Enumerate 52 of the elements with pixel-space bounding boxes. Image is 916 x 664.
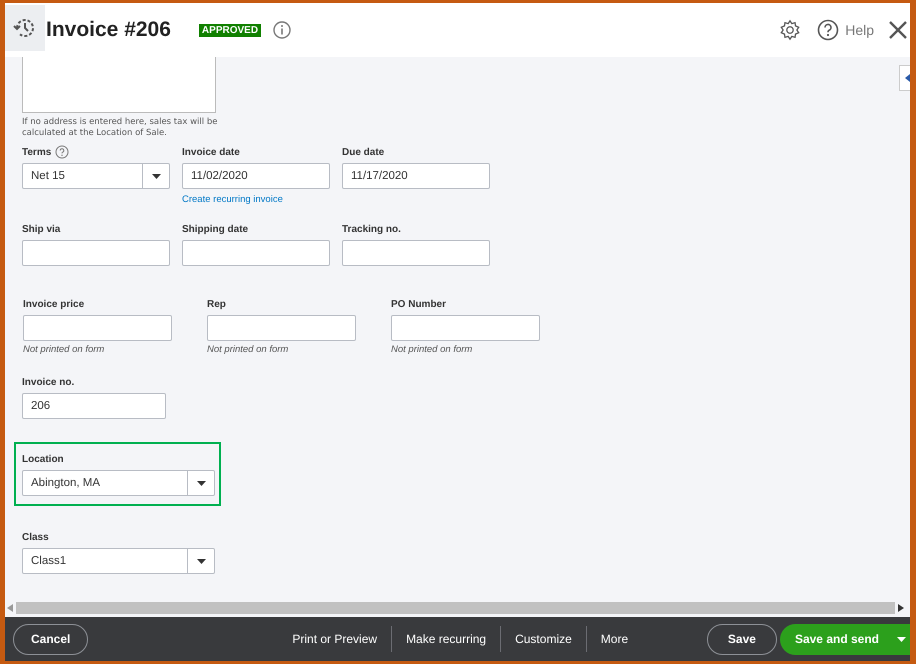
caret-icon (897, 636, 906, 642)
invoice-title: Invoice #206 (46, 18, 171, 42)
status-badge: APPROVED (198, 24, 262, 36)
input-field[interactable] (22, 240, 170, 266)
dropdown-field[interactable]: Class1 (22, 548, 215, 574)
field-label: PO Number (391, 298, 446, 310)
help-icon[interactable] (55, 145, 70, 159)
scroll-right-icon[interactable] (898, 604, 904, 612)
caret-icon (152, 174, 160, 178)
recurring-link[interactable]: Create recurring invoice (182, 194, 330, 205)
field-label: Invoice price (23, 298, 84, 310)
scroll-left-icon[interactable] (7, 604, 13, 612)
dropdown-field[interactable]: Net 15 (22, 163, 170, 189)
field-label: Invoice date (182, 146, 240, 158)
dropdown-field[interactable]: Abington, MA (22, 470, 215, 496)
input-field[interactable]: 206 (22, 393, 166, 419)
field-label: Due date (342, 146, 384, 158)
footer-action[interactable]: Make recurring (392, 632, 500, 646)
input-field[interactable] (23, 315, 172, 341)
footer-action[interactable]: Customize (501, 632, 586, 646)
field-label: Class (22, 532, 49, 542)
field-label: Rep (207, 298, 226, 310)
field-hint: Not printed on form (391, 344, 474, 355)
help-icon (817, 19, 840, 41)
info-icon[interactable] (273, 21, 292, 39)
close-icon[interactable] (888, 20, 908, 40)
field-label: Location (22, 454, 64, 464)
input-field[interactable] (207, 315, 356, 341)
field-label: Invoice no. (22, 376, 74, 388)
input-field[interactable] (182, 240, 330, 266)
input-field[interactable] (391, 315, 540, 341)
input-field[interactable]: 11/17/2020 (342, 163, 490, 189)
address-note: If no address is entered here, sales tax will be calculated at the Location of Sale. (22, 117, 218, 139)
settings-icon[interactable] (779, 19, 802, 41)
footer-action[interactable]: Print or Preview (278, 632, 392, 646)
caret-icon (196, 558, 206, 564)
field-label: Tracking no. (342, 224, 401, 234)
field-label: Shipping date (182, 224, 248, 234)
field-hint: Not printed on form (207, 344, 290, 355)
field-label: Terms (22, 146, 52, 158)
field-hint: Not printed on form (23, 344, 106, 355)
input-field[interactable]: 11/02/2020 (182, 163, 330, 189)
caret-icon (196, 480, 206, 486)
address-field[interactable] (22, 57, 216, 113)
cancel-button[interactable]: Cancel (13, 624, 88, 654)
help-button[interactable]: Help (817, 19, 874, 41)
field-label: Ship via (22, 224, 60, 234)
input-field[interactable] (342, 240, 490, 266)
footer-action[interactable]: More (586, 632, 642, 646)
caret-icon (905, 74, 910, 82)
save-button[interactable]: Save (706, 624, 777, 654)
side-tab[interactable] (899, 65, 910, 91)
